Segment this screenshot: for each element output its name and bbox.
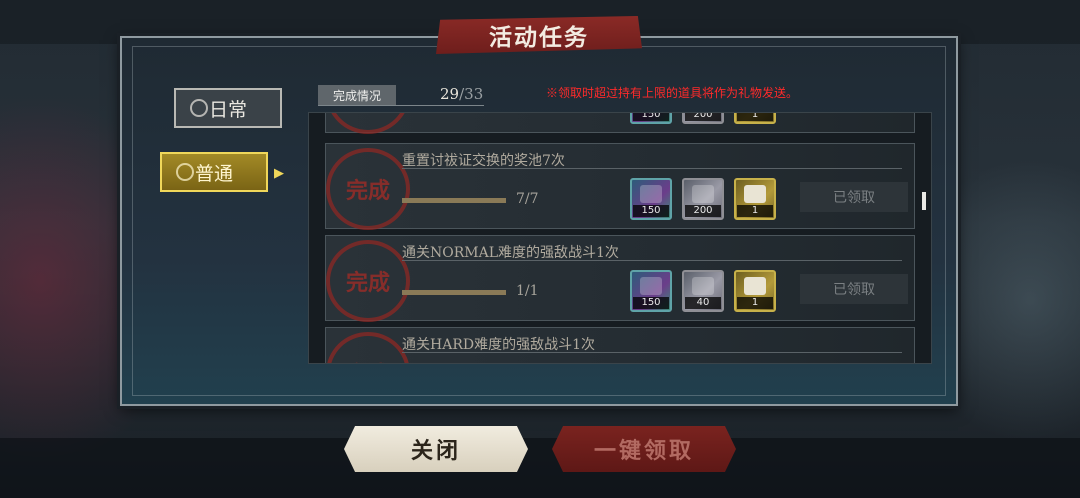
- claimed-button[interactable]: 已领取: [800, 182, 908, 212]
- reward-image: [744, 277, 766, 295]
- task-progress-bar: [402, 290, 506, 295]
- tab-daily[interactable]: 日常: [174, 88, 282, 128]
- completed-stamp-icon: 完成: [326, 332, 410, 363]
- task-name: 通关NORMAL难度的强敌战斗1次: [402, 245, 619, 261]
- claimed-button[interactable]: 已领取: [800, 274, 908, 304]
- panel-title: 活动任务: [489, 24, 589, 51]
- reward-cloth-icon[interactable]: 200: [682, 178, 724, 220]
- reward-ticket-icon[interactable]: 1: [734, 178, 776, 220]
- task-progress-bar: [402, 198, 506, 203]
- tab-ornament-icon: [176, 163, 194, 181]
- task-divider: [402, 352, 902, 353]
- task-divider: [402, 168, 902, 169]
- completed-stamp-icon: 完成: [326, 240, 410, 322]
- tab-normal[interactable]: 普通: [160, 152, 268, 192]
- reward-cloth-icon[interactable]: 200: [682, 113, 724, 124]
- overflow-notice: ※领取时超过持有上限的道具将作为礼物发送。: [546, 86, 799, 100]
- reward-qty: 40: [685, 297, 721, 309]
- completion-label: 完成情况: [318, 85, 396, 105]
- reward-crystal-icon[interactable]: 150: [630, 113, 672, 124]
- reward-qty: 1: [737, 205, 773, 217]
- task-divider: [402, 260, 902, 261]
- completed-stamp-icon: 完成: [326, 148, 410, 230]
- reward-qty: 150: [633, 205, 669, 217]
- reward-cloth-icon[interactable]: 40: [682, 270, 724, 312]
- task-progress-text: 1/1: [516, 283, 539, 299]
- tab-daily-label: 日常: [208, 98, 247, 121]
- completion-count: 29/33: [440, 85, 483, 103]
- reward-crystal-icon[interactable]: 150: [630, 178, 672, 220]
- task-progress-text: 7/7: [516, 191, 539, 207]
- completion-total: /33: [459, 85, 484, 103]
- reward-qty: 1: [737, 297, 773, 309]
- reward-crystal-icon[interactable]: 150: [630, 270, 672, 312]
- task-name: 通关HARD难度的强敌战斗1次: [402, 337, 595, 353]
- task-row: 完成 150 200 1: [325, 113, 915, 134]
- reward-image: [744, 185, 766, 203]
- list-scrollbar[interactable]: [922, 192, 926, 210]
- reward-ticket-icon[interactable]: 1: [734, 113, 776, 124]
- task-row: 完成 通关HARD难度的强敌战斗1次: [325, 327, 915, 363]
- reward-image: [692, 185, 714, 203]
- background-bottom-bar: [0, 438, 1080, 498]
- task-row: 完成 通关NORMAL难度的强敌战斗1次 1/1 150 40 1 已领取: [325, 235, 915, 322]
- reward-qty: 1: [737, 113, 773, 121]
- reward-qty: 200: [685, 205, 721, 217]
- reward-image: [640, 185, 662, 203]
- reward-qty: 150: [633, 297, 669, 309]
- task-list[interactable]: 完成 150 200 1 完成 重置讨祓证交换的奖池7次 7/7 150 200…: [308, 112, 932, 364]
- tab-ornament-icon: [190, 99, 208, 117]
- reward-image: [640, 277, 662, 295]
- active-tab-arrow-icon: ▶: [274, 166, 284, 181]
- completed-stamp-icon: 完成: [326, 113, 410, 134]
- completion-underline: [318, 105, 484, 106]
- completion-done: 29: [440, 85, 460, 103]
- title-banner: 活动任务: [436, 16, 642, 54]
- reward-image: [692, 277, 714, 295]
- reward-ticket-icon[interactable]: 1: [734, 270, 776, 312]
- close-button[interactable]: 关闭: [344, 426, 528, 472]
- task-row: 完成 重置讨祓证交换的奖池7次 7/7 150 200 1 已领取: [325, 143, 915, 230]
- claim-all-button[interactable]: 一键领取: [552, 426, 736, 472]
- reward-qty: 200: [685, 113, 721, 121]
- task-name: 重置讨祓证交换的奖池7次: [402, 153, 565, 169]
- tab-normal-label: 普通: [194, 162, 233, 185]
- reward-qty: 150: [633, 113, 669, 121]
